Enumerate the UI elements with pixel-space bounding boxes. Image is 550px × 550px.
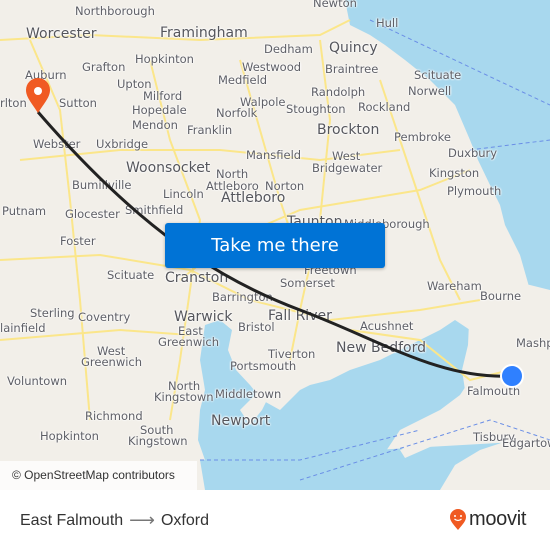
origin-marker[interactable] [500,364,524,388]
destination-pin-dot [34,87,42,95]
route-title: East Falmouth ⟶ Oxford [20,510,209,531]
destination-marker[interactable] [26,78,50,113]
map[interactable]: Northborough Newton Hull Worcester Framingha… [0,0,550,490]
moovit-wordmark: moovit [469,508,527,530]
origin-name: East Falmouth [20,511,124,529]
map-attribution[interactable]: © OpenStreetMap contributors [0,461,197,490]
destination-name: Oxford [160,511,209,529]
moovit-pin-icon [450,508,466,530]
destination-pin-icon [26,78,50,113]
moovit-logo[interactable]: moovit [449,508,526,531]
arrow-right-icon: ⟶ [129,510,155,530]
take-me-there-button[interactable]: Take me there [165,223,385,268]
footer: East Falmouth ⟶ Oxford moovit [0,490,550,550]
origin-dot-icon [500,364,524,388]
